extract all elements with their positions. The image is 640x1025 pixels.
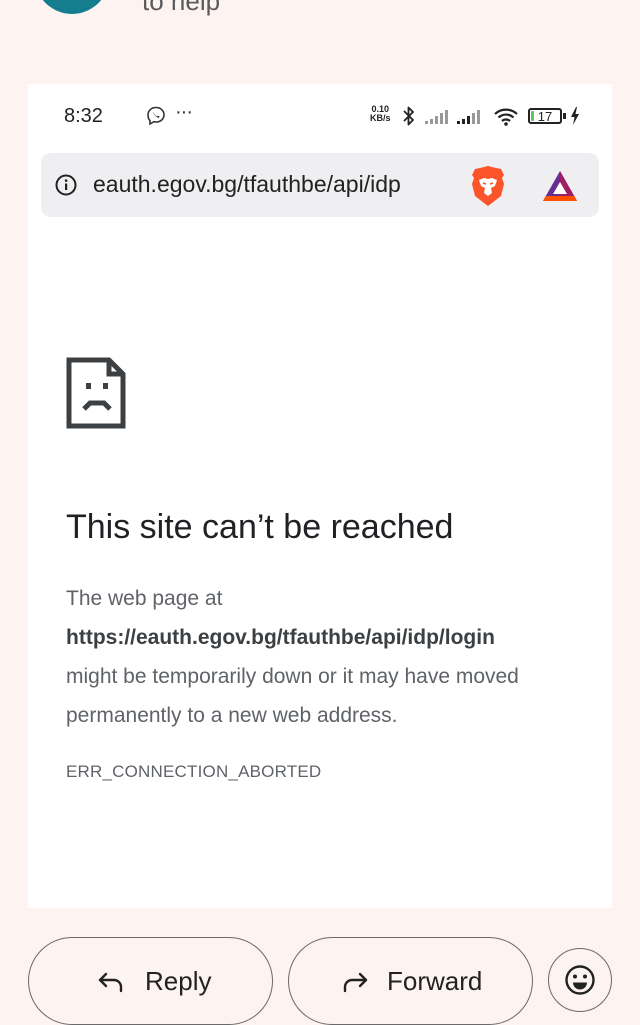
bluetooth-icon xyxy=(403,106,414,126)
bat-rewards-icon[interactable] xyxy=(541,169,579,203)
charging-icon xyxy=(571,107,579,125)
sad-document-icon xyxy=(66,357,126,429)
network-speed-unit: KB/s xyxy=(370,113,391,123)
reply-label: Reply xyxy=(145,966,212,996)
screenshot-image: 8:32 ··· 0.10 KB/s 17 eauth.egov.bg/tfau… xyxy=(28,84,612,908)
overflow-dots: ··· xyxy=(175,101,193,123)
reply-button[interactable]: Reply xyxy=(28,937,273,1025)
url-text[interactable]: eauth.egov.bg/tfauthbe/api/idp xyxy=(93,171,401,198)
viber-icon xyxy=(147,106,165,126)
wifi-icon xyxy=(494,108,518,126)
error-title: This site can’t be reached xyxy=(66,508,454,546)
network-speed: 0.10 KB/s xyxy=(370,105,391,123)
address-bar[interactable]: eauth.egov.bg/tfauthbe/api/idp xyxy=(41,153,599,217)
battery-icon: 17 xyxy=(528,108,562,124)
signal-icon xyxy=(425,110,448,124)
error-code: ERR_CONNECTION_ABORTED xyxy=(66,762,322,781)
forward-label: Forward xyxy=(387,966,483,996)
error-url: https://eauth.egov.bg/tfauthbe/api/idp/l… xyxy=(66,626,495,649)
error-body-prefix: The web page at xyxy=(66,587,223,610)
error-description: The web page at https://eauth.egov.bg/tf… xyxy=(66,579,596,735)
status-time: 8:32 xyxy=(64,105,103,127)
forward-icon xyxy=(343,972,368,993)
emoji-button[interactable] xyxy=(548,948,612,1012)
forward-button[interactable]: Forward xyxy=(288,937,533,1025)
battery-level: 17 xyxy=(537,109,553,124)
smiley-icon xyxy=(565,965,595,995)
error-body-suffix: might be temporarily down or it may have… xyxy=(66,665,519,727)
info-icon[interactable] xyxy=(55,174,77,196)
message-text-partial: to help xyxy=(142,0,221,16)
brave-lion-icon[interactable] xyxy=(469,165,507,207)
status-bar: 8:32 ··· 0.10 KB/s 17 xyxy=(28,84,612,148)
sender-avatar[interactable] xyxy=(34,0,110,14)
signal-icon xyxy=(457,110,480,124)
reply-icon xyxy=(98,972,123,993)
battery-tip xyxy=(563,113,566,119)
